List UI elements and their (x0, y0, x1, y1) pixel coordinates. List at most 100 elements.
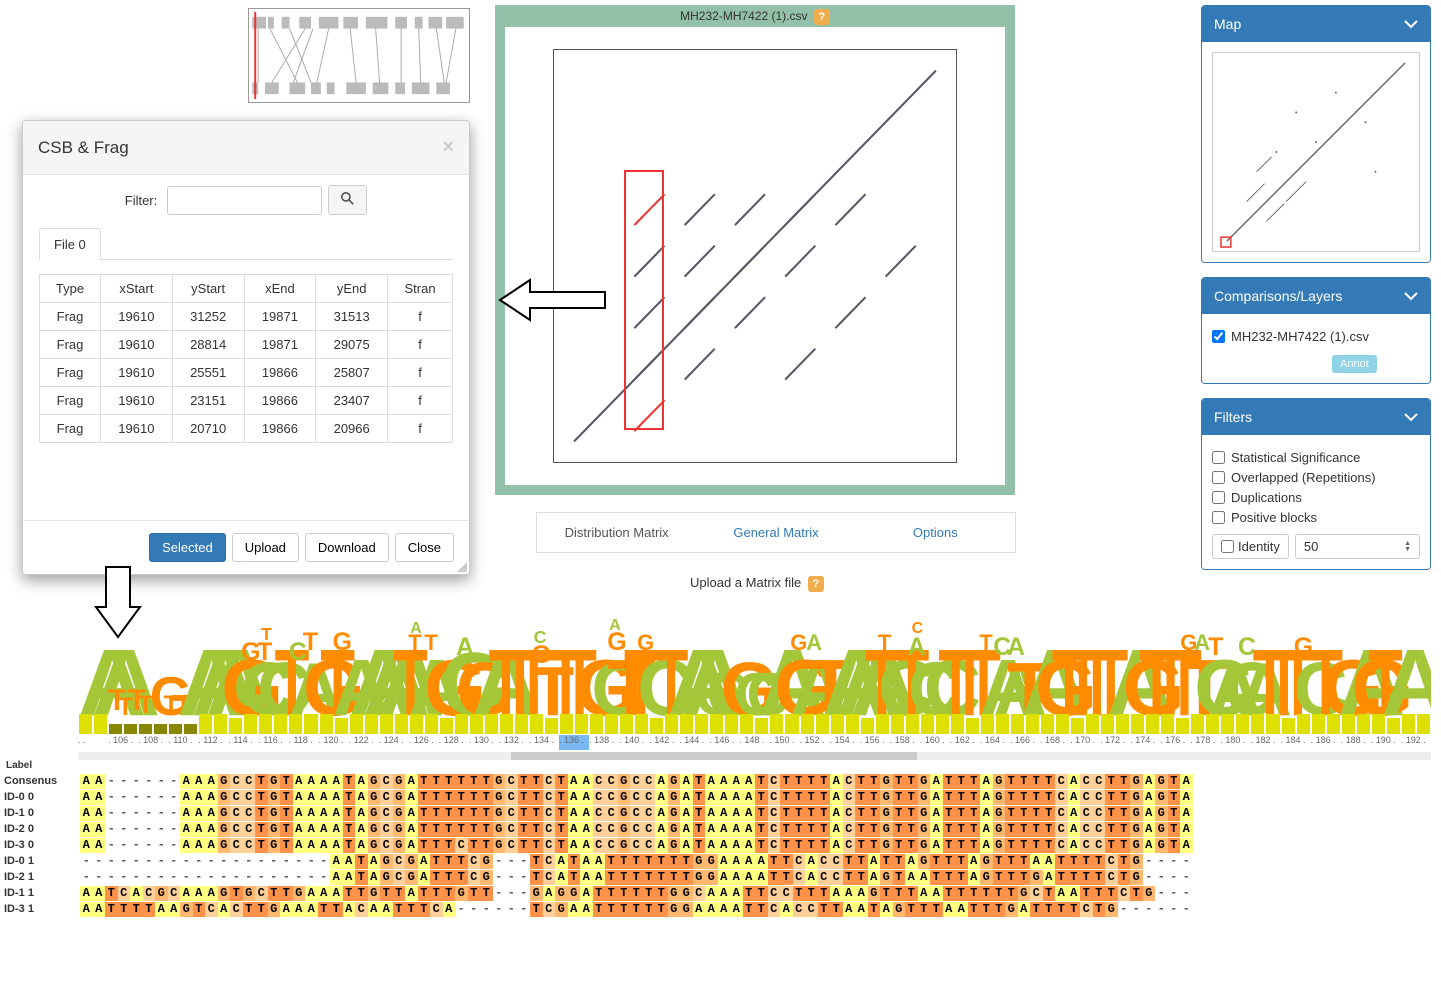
svg-text:T: T (261, 624, 272, 644)
table-row[interactable]: Frag19610288141987129075f (40, 331, 453, 359)
base-cell: A (718, 902, 731, 917)
base-cell: - (155, 870, 168, 885)
base-cell: T (955, 822, 968, 837)
base-cell: C (230, 790, 243, 805)
base-cell: C (543, 806, 556, 821)
base-cell: A (580, 902, 593, 917)
alignment-row[interactable]: ID-0 1--------------------AATAGCGATTTCG-… (4, 853, 1431, 869)
base-cell: T (1068, 870, 1081, 885)
alignment-row[interactable]: ID-2 0AA------AAAGCCTGTAAAATAGCGATTTTTTG… (4, 821, 1431, 837)
filter-checkbox[interactable] (1212, 491, 1225, 504)
table-row[interactable]: Frag19610207101986620966f (40, 415, 453, 443)
alignment-scrollbar[interactable] (78, 752, 1431, 760)
filter-option: Duplications (1212, 490, 1420, 505)
mini-synteny-overview[interactable] (248, 8, 470, 103)
base-cell: T (530, 870, 543, 885)
base-cell: - (280, 854, 293, 869)
base-cell: T (418, 902, 431, 917)
tab-general-matrix[interactable]: General Matrix (696, 513, 855, 552)
base-cell: A (180, 806, 193, 821)
base-cell: T (893, 870, 906, 885)
base-cell: - (1168, 870, 1181, 885)
base-cell: T (655, 886, 668, 901)
alignment-row[interactable]: ID-2 1--------------------AATAGCGATTTCG-… (4, 869, 1431, 885)
filter-checkbox[interactable] (1212, 511, 1225, 524)
base-cell: A (305, 838, 318, 853)
identity-toggle[interactable]: Identity (1212, 534, 1289, 559)
tab-distribution-matrix[interactable]: Distribution Matrix (537, 513, 696, 552)
resize-handle-icon[interactable] (455, 560, 467, 572)
base-cell: G (493, 838, 506, 853)
base-cell: T (905, 838, 918, 853)
selected-button[interactable]: Selected (149, 533, 226, 562)
selection-box[interactable] (624, 170, 664, 430)
column-header[interactable]: xStart (101, 275, 173, 303)
base-cell: G (1130, 854, 1143, 869)
frag-table: TypexStartyStartxEndyEndStran Frag196103… (39, 274, 453, 443)
mini-map[interactable] (1212, 52, 1420, 252)
comparisons-panel-header[interactable]: Comparisons/Layers (1202, 278, 1430, 314)
tab-file-0[interactable]: File 0 (39, 228, 101, 260)
table-row[interactable]: Frag19610255511986625807f (40, 359, 453, 387)
base-cell: A (568, 822, 581, 837)
table-row[interactable]: Frag19610231511986623407f (40, 387, 453, 415)
annot-button[interactable]: Annot (1332, 355, 1377, 373)
alignment-row[interactable]: ConsenusAA------AAAGCCTGTAAAATAGCGATTTTT… (4, 773, 1431, 789)
search-button[interactable] (328, 185, 367, 215)
base-cell: A (193, 806, 206, 821)
tab-options[interactable]: Options (856, 513, 1015, 552)
base-cell: A (718, 774, 731, 789)
base-cell: A (180, 822, 193, 837)
base-cell: - (1168, 854, 1181, 869)
column-header[interactable]: xEnd (244, 275, 316, 303)
base-cell: C (818, 854, 831, 869)
alignment-row[interactable]: ID-3 1AATTTTAAGTCACTTGAAATTACAATTTCA----… (4, 901, 1431, 917)
filters-panel-header[interactable]: Filters (1202, 399, 1430, 435)
column-header[interactable]: yEnd (316, 275, 388, 303)
identity-checkbox[interactable] (1221, 540, 1234, 553)
base-cell: T (968, 822, 981, 837)
base-cell: T (418, 838, 431, 853)
alignment-row[interactable]: ID-0 0AA------AAAGCCTGTAAAATAGCGATTTTTTG… (4, 789, 1431, 805)
alignment-row[interactable]: ID-3 0AA------AAAGCCTGTAAAATAGCGATTTCTTG… (4, 837, 1431, 853)
base-cell: - (168, 806, 181, 821)
base-cell: C (843, 806, 856, 821)
alignment-row[interactable]: ID-1 0AA------AAAGCCTGTAAAATAGCGATTTTTTG… (4, 805, 1431, 821)
base-cell: A (280, 902, 293, 917)
close-icon[interactable]: × (442, 136, 454, 159)
ruler-tick: . 186 . (1311, 735, 1341, 750)
base-cell: T (443, 774, 456, 789)
base-cell: T (893, 838, 906, 853)
base-cell: A (155, 902, 168, 917)
base-cell: A (380, 902, 393, 917)
base-cell: C (605, 790, 618, 805)
base-cell: C (768, 838, 781, 853)
base-cell: T (743, 886, 756, 901)
base-cell: T (618, 854, 631, 869)
filter-checkbox[interactable] (1212, 451, 1225, 464)
identity-value-input[interactable]: 50 ▲▼ (1295, 534, 1420, 559)
main-dotplot[interactable] (505, 27, 1005, 485)
comparison-checkbox[interactable] (1212, 330, 1225, 343)
consensus-bar (996, 714, 1009, 734)
base-cell: A (843, 886, 856, 901)
column-header[interactable]: yStart (172, 275, 244, 303)
base-cell: T (855, 790, 868, 805)
upload-button[interactable]: Upload (232, 533, 299, 562)
filter-checkbox[interactable] (1212, 471, 1225, 484)
help-icon[interactable]: ? (808, 576, 824, 592)
base-cell: G (218, 806, 231, 821)
column-header[interactable]: Type (40, 275, 101, 303)
close-button[interactable]: Close (395, 533, 454, 562)
base-cell: A (330, 806, 343, 821)
download-button[interactable]: Download (305, 533, 389, 562)
base-cell: T (868, 774, 881, 789)
column-header[interactable]: Stran (388, 275, 453, 303)
alignment-row[interactable]: ID-1 1AATCACGCAAAGTGCTTGAAATTGTTATTTGTT-… (4, 885, 1431, 901)
spinner-icon[interactable]: ▲▼ (1404, 541, 1411, 553)
map-panel-header[interactable]: Map (1202, 6, 1430, 42)
base-cell: A (193, 790, 206, 805)
table-row[interactable]: Frag19610312521987131513f (40, 303, 453, 331)
help-icon[interactable]: ? (814, 9, 830, 25)
filter-input[interactable] (167, 186, 322, 215)
